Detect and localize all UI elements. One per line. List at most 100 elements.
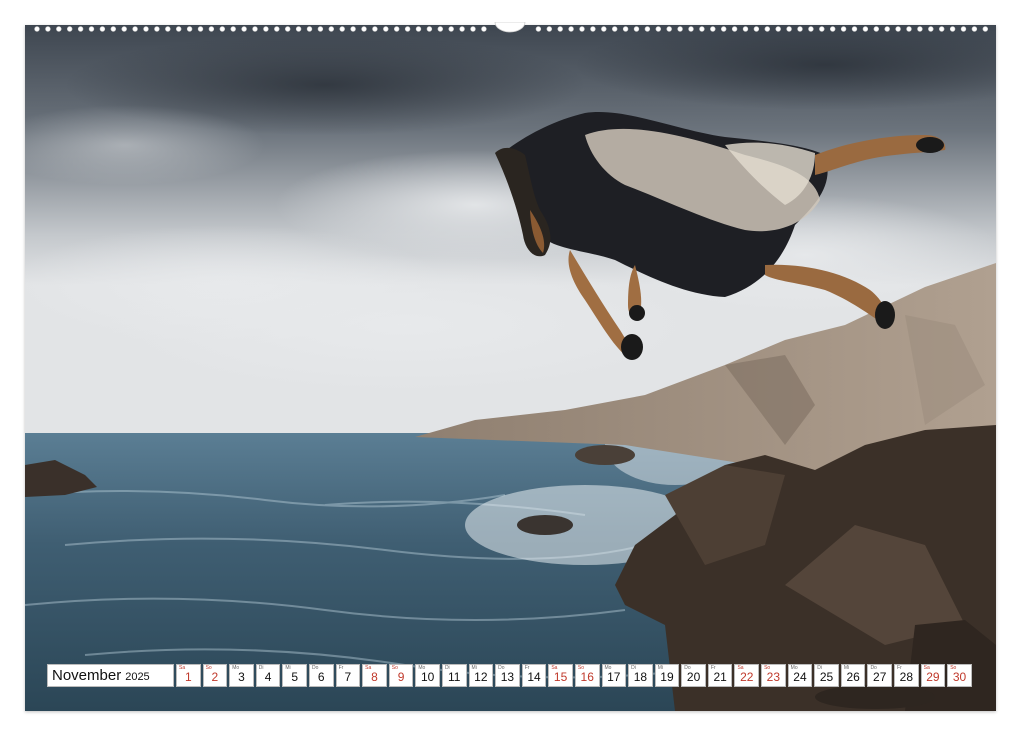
binding-hole — [317, 26, 324, 32]
day-cell: Fr 21 — [707, 664, 733, 687]
binding-hole — [437, 26, 443, 32]
binding-hole — [742, 26, 749, 32]
day-cell: Sa 1 — [176, 664, 201, 687]
day-cell: Mi 5 — [282, 664, 307, 687]
day-number: 7 — [344, 670, 352, 684]
binding-hole — [906, 26, 912, 32]
binding-hole — [601, 26, 607, 32]
binding-hole — [775, 26, 781, 32]
day-cell: Di 25 — [814, 664, 839, 687]
binding-hole — [372, 26, 378, 32]
binding-hole — [917, 26, 923, 32]
day-number: 14 — [527, 670, 541, 684]
binding-hole — [350, 26, 356, 32]
binding-hole — [132, 26, 138, 32]
binding-hole — [786, 26, 792, 32]
binding-hole — [56, 26, 62, 32]
day-cell: Fr 7 — [335, 664, 361, 687]
binding-hole — [753, 26, 760, 32]
binding-hole — [535, 26, 542, 32]
binding-hole — [154, 26, 160, 32]
binding-hole — [470, 26, 476, 32]
binding-hole — [165, 26, 171, 32]
binding-hole — [644, 26, 651, 32]
binding-hole — [415, 26, 422, 32]
binding-hole — [982, 26, 988, 32]
day-number: 2 — [211, 670, 219, 684]
binding-hole — [88, 26, 95, 32]
day-number: 24 — [793, 670, 807, 684]
day-number: 30 — [952, 670, 967, 684]
day-cell: Do 20 — [681, 664, 706, 687]
binding-hole — [764, 26, 770, 32]
binding-hole — [448, 26, 454, 32]
day-number: 15 — [553, 670, 568, 684]
day-number: 21 — [713, 670, 727, 684]
binding-hole — [622, 26, 629, 32]
day-cell: Do 13 — [495, 664, 520, 687]
binding-hole — [66, 26, 73, 32]
day-number: 19 — [660, 670, 674, 684]
binding-hole — [819, 26, 825, 32]
day-cell: So 2 — [202, 664, 228, 687]
binding-hole — [306, 26, 313, 32]
binding-hole — [655, 26, 661, 32]
binding-hole — [633, 26, 640, 32]
binding-hole — [568, 26, 574, 32]
day-number: 22 — [740, 670, 754, 684]
binding-hole — [219, 26, 226, 32]
binding-hole — [840, 26, 847, 32]
day-number: 20 — [686, 670, 701, 684]
binding-hole — [263, 26, 269, 32]
binding-hole — [557, 26, 563, 32]
binding-hole — [34, 26, 40, 32]
binding-hole — [328, 26, 334, 32]
day-cell: Sa 15 — [548, 664, 573, 687]
day-number: 13 — [500, 670, 515, 684]
year: 2025 — [125, 670, 150, 683]
binding-hole — [274, 26, 280, 32]
day-number: 12 — [474, 670, 488, 684]
binding-hole — [197, 26, 204, 32]
binding-hole — [143, 26, 149, 32]
day-number: 26 — [846, 670, 860, 684]
day-cell: Mi 12 — [468, 664, 494, 687]
binding-hole — [121, 26, 127, 32]
binding-hole — [383, 26, 389, 32]
binding-hole — [666, 26, 672, 32]
day-number: 11 — [448, 670, 461, 684]
day-number: 23 — [766, 670, 781, 684]
binding-hole — [862, 26, 869, 32]
binding-hole — [394, 26, 400, 32]
binding-hole — [230, 26, 236, 32]
day-cell: So 23 — [761, 664, 786, 687]
binding-hole — [808, 26, 814, 32]
binding-hole — [971, 26, 978, 32]
binding-hole — [208, 26, 215, 32]
binding-hole — [884, 26, 890, 32]
day-number: 3 — [238, 670, 245, 684]
day-cell: So 30 — [947, 664, 972, 687]
day-number: 16 — [580, 670, 594, 684]
binding-hole — [459, 26, 465, 32]
binding-hole — [285, 26, 291, 32]
day-cell: Di 11 — [441, 664, 467, 687]
day-cell: Do 6 — [308, 664, 334, 687]
binding-hole — [949, 26, 956, 32]
binding-hole — [546, 26, 552, 32]
binding-hole — [426, 26, 433, 32]
day-cell: So 16 — [574, 664, 600, 687]
binding-hole — [579, 26, 585, 32]
day-cells: Sa 1 So 2 Mo 3 Di 4 Mi 5 Do 6 Fr 7 Sa 8 So 9 Mo 10 Di 11 Mi 12 D… — [176, 664, 972, 687]
day-cell: Mi 19 — [654, 664, 680, 687]
day-number: 28 — [899, 670, 913, 684]
binding-hole — [110, 26, 117, 32]
month-label: November 2025 — [47, 664, 174, 687]
binding-hole — [731, 26, 738, 32]
binding-hole — [295, 26, 302, 32]
day-number: 10 — [420, 670, 435, 684]
binding-hole — [677, 26, 683, 32]
binding-hole — [960, 26, 967, 32]
day-cell: Fr 28 — [894, 664, 919, 687]
day-number: 6 — [317, 670, 325, 684]
